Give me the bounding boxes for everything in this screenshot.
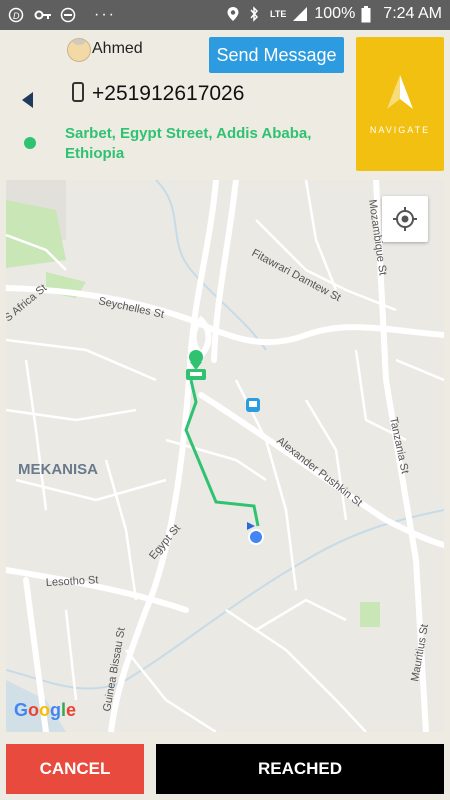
google-logo: Google xyxy=(14,700,77,720)
crosshair-icon xyxy=(393,207,417,231)
cancel-button[interactable]: CANCEL xyxy=(6,744,144,794)
destination-address: Sarbet, Egypt Street, Addis Ababa, Ethio… xyxy=(65,125,312,162)
navigate-button[interactable]: NAVIGATE xyxy=(356,37,444,171)
map-view[interactable]: MEKANISA Seychelles St Fitawrari Damtew … xyxy=(6,180,444,732)
reached-button[interactable]: REACHED xyxy=(156,744,444,794)
battery-percent: 100% xyxy=(314,5,356,22)
area-label: MEKANISA xyxy=(18,461,98,478)
signal-icon xyxy=(292,6,308,22)
key-icon xyxy=(34,7,51,23)
current-location-dot xyxy=(248,529,264,545)
contact-phone[interactable]: +251912617026 xyxy=(92,82,244,106)
send-message-button[interactable]: Send Message xyxy=(209,37,344,73)
destination-dot-icon xyxy=(24,137,36,149)
bluetooth-icon xyxy=(248,6,264,22)
phone-icon xyxy=(72,82,84,102)
navigate-arrow-icon xyxy=(387,75,413,109)
map-canvas: MEKANISA Seychelles St Fitawrari Damtew … xyxy=(6,180,444,732)
location-icon xyxy=(226,6,242,22)
d-icon: D xyxy=(8,7,24,23)
svg-text:D: D xyxy=(13,11,20,21)
avatar xyxy=(67,38,91,62)
clock: 7:24 AM xyxy=(383,5,442,22)
contact-header: Ahmed +251912617026 Send Message NAVIGAT… xyxy=(0,30,450,178)
my-location-button[interactable] xyxy=(382,196,428,242)
more-icon: ··· xyxy=(94,6,116,23)
navigate-label: NAVIGATE xyxy=(369,125,431,135)
status-bar: D ··· LTE 100% 7:24 AM xyxy=(0,0,450,30)
back-icon[interactable] xyxy=(22,92,33,108)
network-type: LTE xyxy=(270,9,287,19)
contact-name: Ahmed xyxy=(92,40,143,57)
minus-circle-icon xyxy=(60,7,76,23)
battery-icon xyxy=(361,6,377,23)
